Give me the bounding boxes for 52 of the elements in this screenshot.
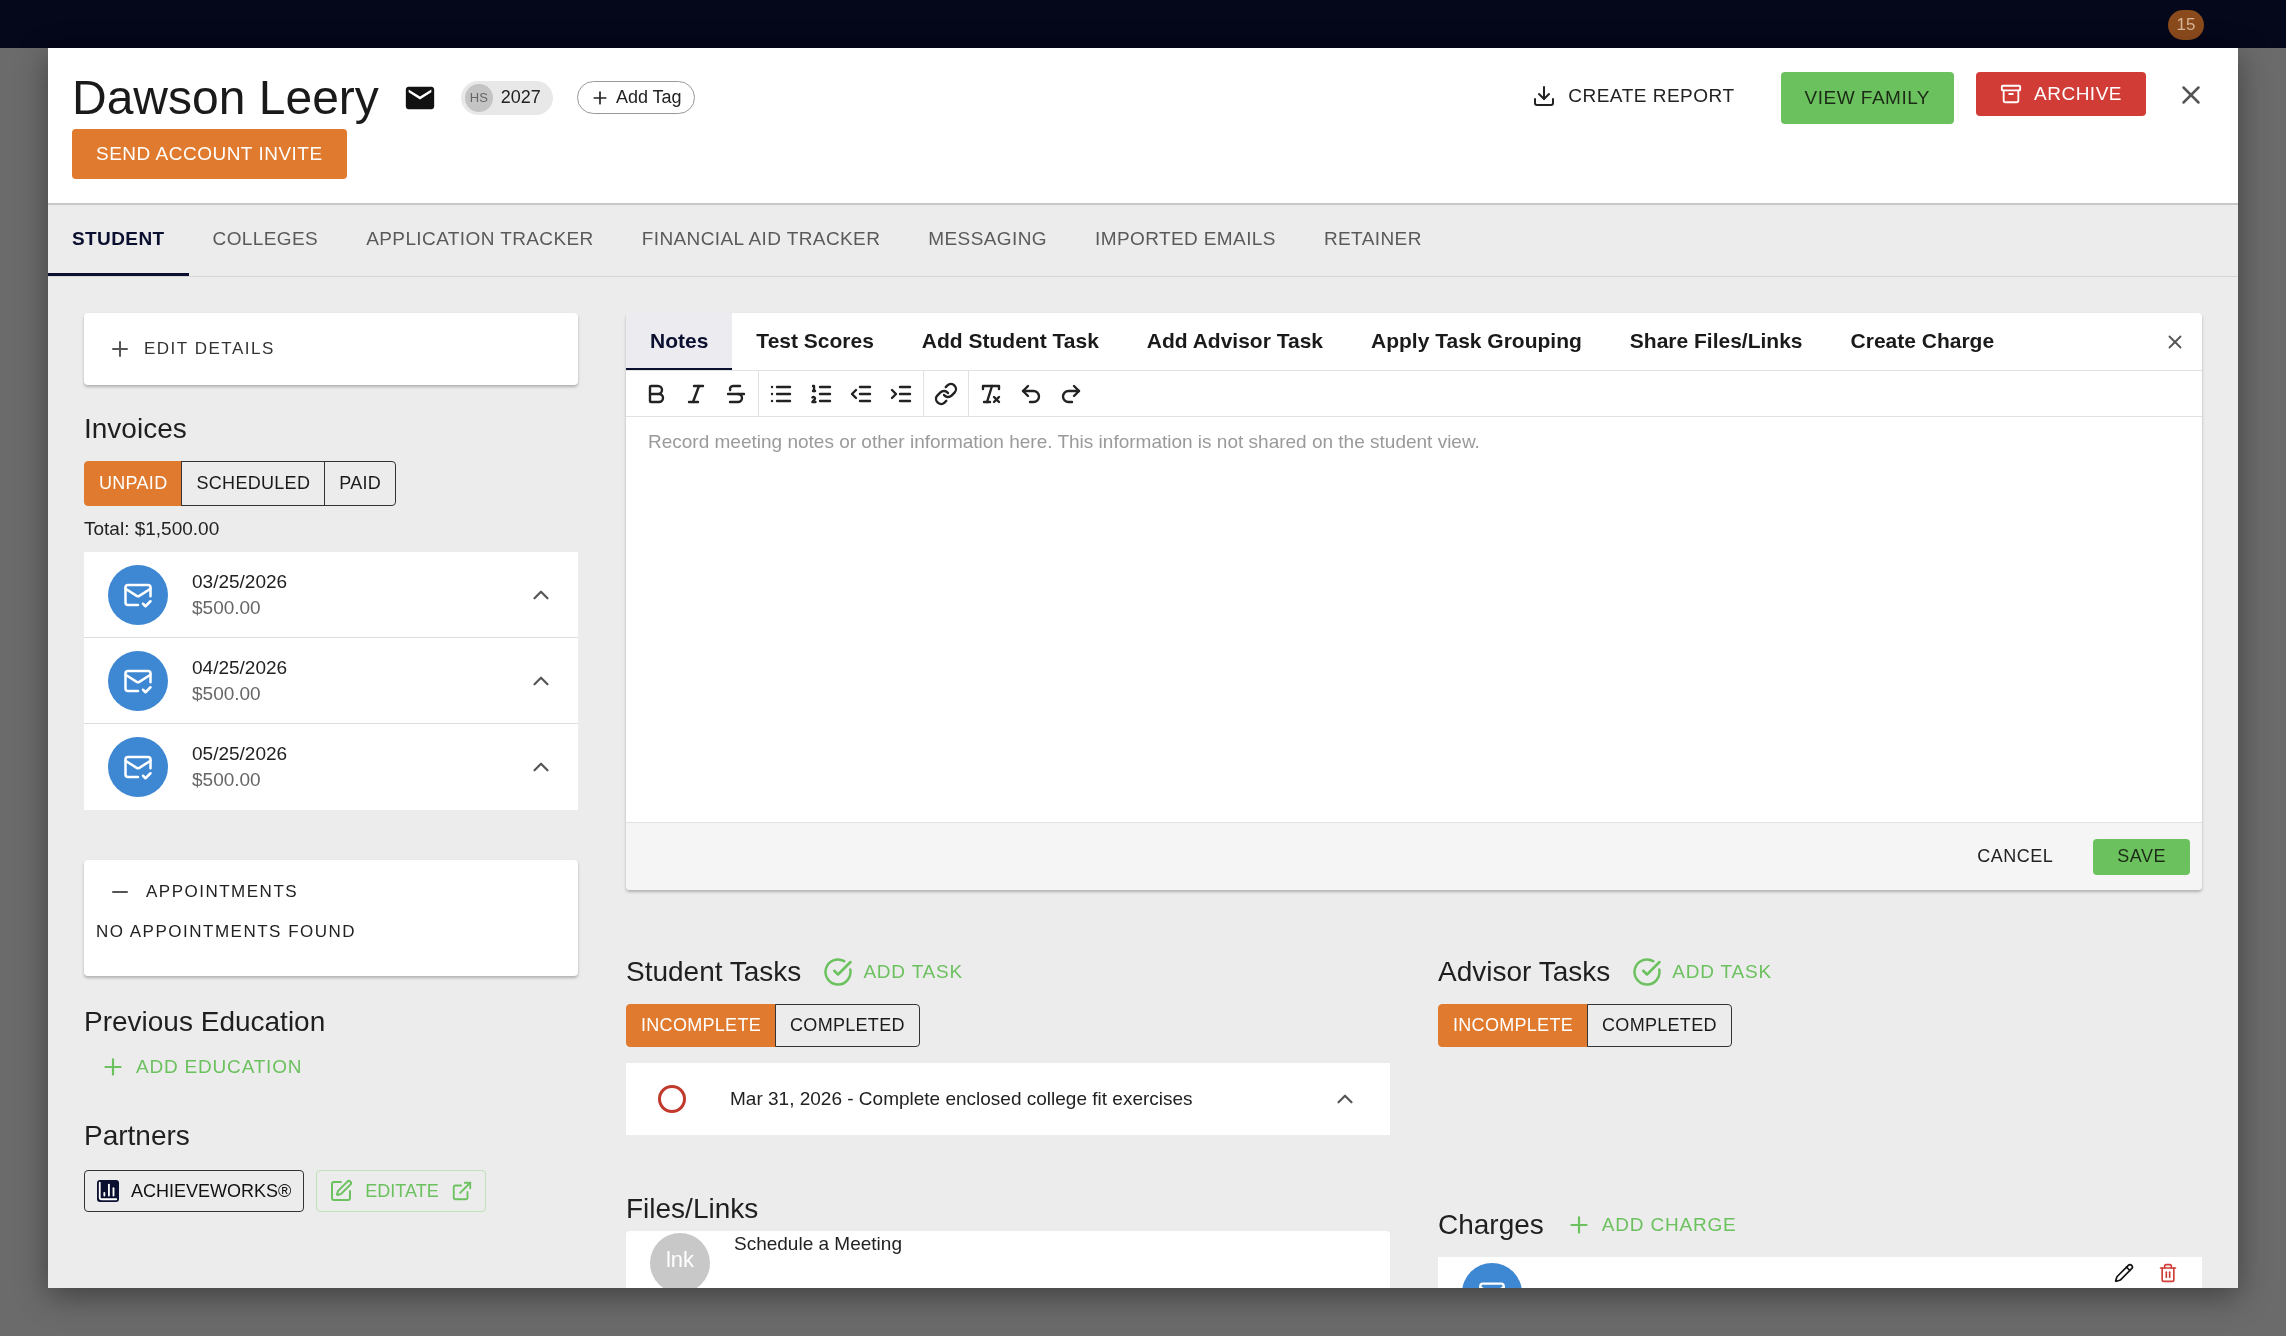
tab[interactable]: STUDENT — [48, 205, 189, 276]
section-title: Files/Links — [626, 1193, 760, 1225]
archive-icon — [2000, 83, 2023, 105]
task-text: Mar 31, 2026 - Complete enclosed college fit exercises — [730, 1088, 1194, 1110]
class-avatar: HS — [464, 83, 493, 112]
delete-icon[interactable] — [2158, 1263, 2178, 1283]
add-tag-button[interactable]: Add Tag — [576, 81, 695, 114]
empty-message: NO APPOINTMENTS FOUND — [96, 922, 358, 942]
tab[interactable]: COLLEGES — [188, 205, 343, 276]
section-title: Invoices — [84, 413, 188, 445]
view-family-button[interactable]: VIEW FAMILY — [1780, 72, 1955, 124]
file-link[interactable]: Schedule a Meeting — [734, 1233, 902, 1255]
class-chip: HS 2027 — [460, 80, 553, 115]
invoice-date: 05/25/2026 — [192, 743, 289, 765]
pen-icon — [329, 1179, 354, 1203]
archive-button[interactable]: ARCHIVE — [1976, 72, 2146, 116]
filter-button[interactable]: SCHEDULED — [181, 461, 326, 506]
filter-button[interactable]: COMPLETED — [1587, 1004, 1732, 1047]
appointments-title: APPOINTMENTS — [146, 882, 299, 902]
section-title: Student Tasks — [626, 956, 802, 988]
check-circle-icon — [1632, 957, 1663, 987]
cancel-button[interactable]: CANCEL — [1953, 838, 2078, 875]
check-circle-icon — [823, 957, 854, 987]
filter-button[interactable]: COMPLETED — [775, 1004, 920, 1047]
edit-icon[interactable] — [2114, 1263, 2134, 1283]
section-title: Previous Education — [84, 1006, 327, 1038]
tab[interactable]: IMPORTED EMAILS — [1071, 205, 1300, 276]
download-icon — [1532, 84, 1557, 108]
invoice-date: 04/25/2026 — [192, 656, 289, 679]
invoice-amount: $500.00 — [192, 769, 262, 791]
save-button[interactable]: SAVE — [2093, 838, 2190, 875]
filter-button[interactable]: PAID — [324, 461, 397, 506]
invoice-total: Total: $1,500.00 — [84, 518, 221, 540]
bar-chart-icon — [97, 1180, 119, 1202]
partner-button[interactable]: ACHIEVEWORKS® — [84, 1170, 305, 1212]
invoice-amount: $500.00 — [192, 682, 262, 705]
tab[interactable]: MESSAGING — [904, 205, 1071, 276]
section-title: Charges — [1438, 1209, 1544, 1241]
external-link-icon — [450, 1180, 473, 1202]
invoice-amount: $500.00 — [192, 596, 262, 619]
student-name: Dawson Leery — [72, 70, 379, 125]
tab[interactable]: RETAINER — [1299, 205, 1446, 276]
invoice-date: 03/25/2026 — [192, 570, 289, 593]
section-title: Partners — [84, 1120, 191, 1152]
tab[interactable]: APPLICATION TRACKER — [342, 205, 618, 276]
section-title: Advisor Tasks — [1438, 956, 1611, 988]
mail-check-icon — [108, 737, 168, 797]
create-report-button[interactable]: CREATE REPORT — [1508, 72, 1759, 120]
edit-details-button[interactable]: EDIT DETAILS — [84, 313, 578, 385]
editor-tab[interactable]: Notes — [626, 313, 733, 370]
tab[interactable]: FINANCIAL AID TRACKER — [617, 205, 905, 276]
task-checkbox[interactable] — [658, 1085, 686, 1113]
